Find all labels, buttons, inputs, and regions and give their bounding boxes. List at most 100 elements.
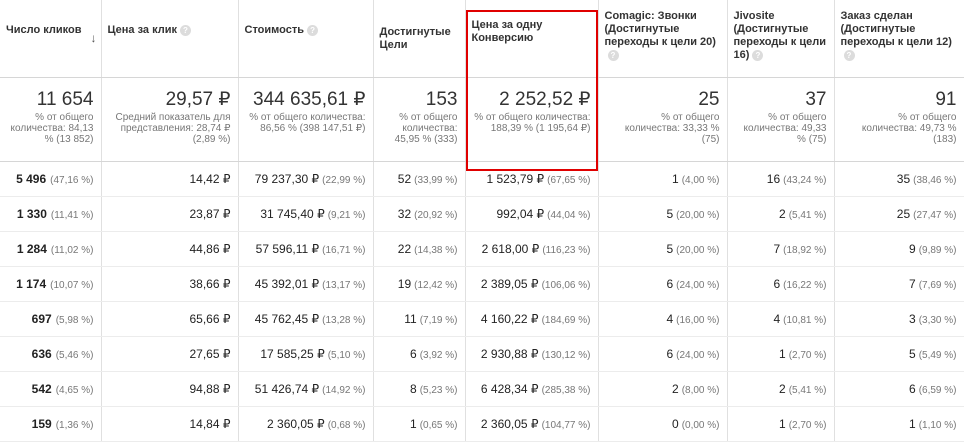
cell-value: 6 bbox=[410, 346, 417, 361]
header-goals[interactable]: Достигнутые Цели bbox=[373, 0, 466, 78]
total-subtext: % от общего количества: 45,95 % (333) bbox=[394, 111, 458, 145]
cell-percent: (3,30 %) bbox=[918, 314, 957, 326]
total-value: 11 654 bbox=[36, 88, 94, 110]
cell-cost: 17 585,25 ₽ (5,10 %) bbox=[238, 336, 374, 372]
cell-value: 27,65 ₽ bbox=[189, 346, 231, 361]
cell-order-placed: 25 (27,47 %) bbox=[834, 196, 964, 232]
cell-percent: (0,00 %) bbox=[681, 419, 720, 431]
cell-percent: (44,04 %) bbox=[547, 209, 591, 221]
cell-cost-per-conversion: 1 523,79 ₽ (67,65 %) bbox=[465, 161, 599, 197]
total-value: 344 635,61 ₽ bbox=[253, 88, 366, 110]
table-row[interactable]: 5 496 (47,16 %) 14,42 ₽ 79 237,30 ₽ (22,99 %… bbox=[0, 161, 964, 197]
cell-value: 697 bbox=[31, 311, 52, 326]
total-cost-per-conversion: 2 252,52 ₽% от общего количества: 188,39… bbox=[465, 77, 599, 162]
cell-value: 636 bbox=[31, 346, 52, 361]
cell-value: 16 bbox=[766, 171, 781, 186]
cell-percent: (9,89 %) bbox=[918, 244, 957, 256]
header-jivosite[interactable]: Jivosite (Достигнутые переходы к цели 16… bbox=[727, 0, 835, 78]
table-row[interactable]: 1 174 (10,07 %) 38,66 ₽ 45 392,01 ₽ (13,17 %… bbox=[0, 266, 964, 302]
sort-arrow-icon[interactable]: ↓ bbox=[91, 32, 97, 45]
cell-value: 4 160,22 ₽ bbox=[480, 311, 539, 326]
cell-value: 7 bbox=[773, 241, 781, 256]
help-icon[interactable]: ? bbox=[180, 24, 191, 36]
cell-percent: (14,38 %) bbox=[414, 244, 458, 256]
header-cost-per-conversion[interactable]: Цена за одну Конверсию bbox=[465, 0, 599, 78]
help-icon[interactable]: ? bbox=[307, 24, 319, 36]
cell-cpc: 14,84 ₽ bbox=[101, 406, 239, 442]
cell-clicks: 1 330 (11,41 %) bbox=[0, 196, 102, 232]
cell-percent: (43,24 %) bbox=[783, 174, 827, 186]
table-row[interactable]: 1 284 (11,02 %) 44,86 ₽ 57 596,11 ₽ (16,71 %… bbox=[0, 231, 964, 267]
table-row[interactable]: 542 (4,65 %) 94,88 ₽51 426,74 ₽ (14,92 %) 8(… bbox=[0, 371, 964, 407]
header-order-placed[interactable]: Заказ сделан (Достигнутые переходы к цел… bbox=[834, 0, 964, 78]
cell-percent: (22,99 %) bbox=[322, 174, 366, 186]
cell-order-placed: 6 (6,59 %) bbox=[834, 371, 964, 407]
cell-value: 35 bbox=[896, 171, 911, 186]
cell-cpc: 27,65 ₽ bbox=[101, 336, 239, 372]
total-value: 25 bbox=[698, 88, 720, 110]
totals-row: 11 654% от общего количества: 84,13 % (1… bbox=[0, 77, 964, 162]
cell-value: 1 bbox=[410, 416, 417, 431]
cell-value: 5 bbox=[909, 346, 916, 361]
table-row[interactable]: 159 (1,36 %) 14,84 ₽2 360,05 ₽ (0,68 %) 1 (0,… bbox=[0, 406, 964, 442]
cell-value: 6 bbox=[909, 381, 916, 396]
cell-goals: 52 (33,99 %) bbox=[373, 161, 466, 197]
cell-value: 44,86 ₽ bbox=[189, 241, 231, 256]
cell-value: 1 284 bbox=[16, 241, 47, 256]
cell-cost: 57 596,11 ₽ (16,71 %) bbox=[238, 231, 374, 267]
help-icon[interactable]: ? bbox=[843, 49, 855, 61]
table-row[interactable]: 697 (5,98 %) 65,66 ₽45 762,45 ₽ (13,28 %) 11… bbox=[0, 301, 964, 337]
help-icon[interactable]: ? bbox=[607, 49, 619, 61]
total-cost: 344 635,61 ₽% от общего количества: 86,5… bbox=[238, 77, 374, 162]
cell-percent: (12,42 %) bbox=[414, 279, 458, 291]
cell-value: 25 bbox=[896, 206, 911, 221]
cell-order-placed: 5 (5,49 %) bbox=[834, 336, 964, 372]
cell-value: 0 bbox=[672, 416, 679, 431]
cell-percent: (5,10 %) bbox=[327, 349, 366, 361]
cell-percent: (5,49 %) bbox=[918, 349, 957, 361]
cell-percent: (18,92 %) bbox=[783, 244, 827, 256]
cell-percent: (47,16 %) bbox=[50, 174, 94, 186]
cell-value: 8 bbox=[410, 381, 417, 396]
header-cpc[interactable]: Цена за клик? bbox=[101, 0, 239, 78]
total-subtext: % от общего количества: 86,56 % (398 147… bbox=[249, 111, 366, 134]
help-icon[interactable]: ? bbox=[752, 49, 764, 61]
cell-value: 159 bbox=[31, 416, 52, 431]
cell-cost-per-conversion: 2 618,00 ₽ (116,23 %) bbox=[465, 231, 599, 267]
cell-percent: (67,65 %) bbox=[547, 174, 591, 186]
cell-clicks: 697 (5,98 %) bbox=[0, 301, 102, 337]
header-label: Цена за клик bbox=[107, 24, 178, 36]
cell-percent: (20,00 %) bbox=[676, 209, 720, 221]
cell-goals: 32 (20,92 %) bbox=[373, 196, 466, 232]
cell-value: 2 bbox=[672, 381, 679, 396]
cell-comagic-calls: 6 (24,00 %) bbox=[598, 266, 728, 302]
table-row[interactable]: 636 (5,46 %) 27,65 ₽17 585,25 ₽ (5,10 %) 6 (3… bbox=[0, 336, 964, 372]
cell-percent: (24,00 %) bbox=[676, 279, 720, 291]
cell-percent: (130,12 %) bbox=[541, 349, 591, 361]
total-order-placed: 91% от общего количества: 49,73 % (183) bbox=[834, 77, 964, 162]
cell-comagic-calls: 5 (20,00 %) bbox=[598, 196, 728, 232]
cell-percent: (7,69 %) bbox=[918, 279, 957, 291]
cell-comagic-calls: 0 (0,00 %) bbox=[598, 406, 728, 442]
table-row[interactable]: 1 330 (11,41 %) 23,87 ₽ 31 745,40 ₽ (9,21 %)… bbox=[0, 196, 964, 232]
cell-value: 5 bbox=[666, 206, 674, 221]
cell-value: 1 bbox=[909, 416, 916, 431]
cell-percent: (0,65 %) bbox=[419, 419, 458, 431]
cell-value: 1 523,79 ₽ bbox=[486, 171, 545, 186]
total-subtext: % от общего количества: 33,33 % (75) bbox=[624, 111, 720, 145]
cell-percent: (116,23 %) bbox=[542, 244, 591, 256]
header-cost[interactable]: Стоимость? bbox=[238, 0, 374, 78]
header-clicks[interactable]: Число кликов ↓ bbox=[0, 0, 102, 78]
cell-value: 31 745,40 ₽ bbox=[260, 206, 325, 221]
cell-value: 51 426,74 ₽ bbox=[254, 381, 320, 396]
cell-percent: (16,00 %) bbox=[676, 314, 720, 326]
total-goals: 153% от общего количества: 45,95 % (333) bbox=[373, 77, 466, 162]
cell-percent: (2,70 %) bbox=[788, 419, 827, 431]
cell-cpc: 94,88 ₽ bbox=[101, 371, 239, 407]
cell-value: 52 bbox=[397, 171, 412, 186]
cell-percent: (1,36 %) bbox=[55, 419, 94, 431]
total-value: 91 bbox=[935, 88, 957, 110]
header-comagic-calls[interactable]: Comagic: Звонки (Достигнутые переходы к … bbox=[598, 0, 728, 78]
cell-jivosite: 2 (5,41 %) bbox=[727, 196, 835, 232]
cell-value: 32 bbox=[397, 206, 412, 221]
